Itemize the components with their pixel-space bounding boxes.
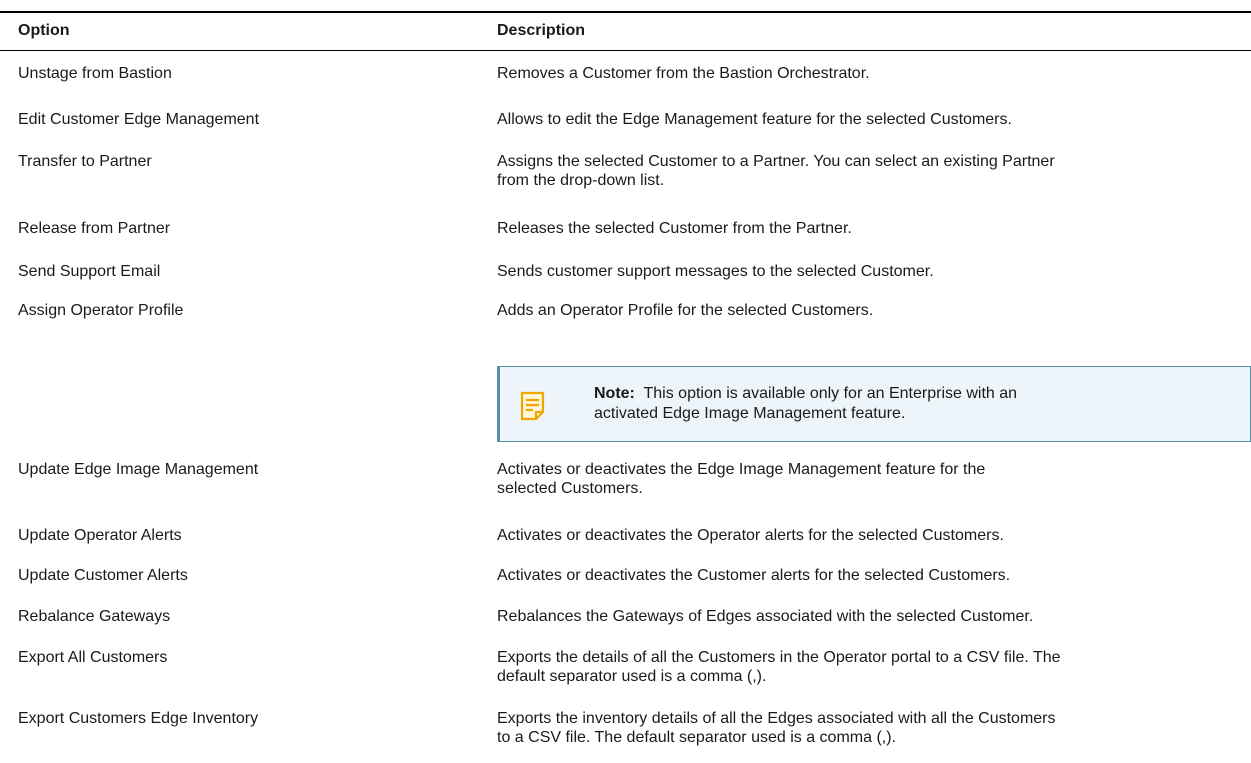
option-cell: Release from Partner <box>18 220 171 237</box>
description-cell: Releases the selected Customer from the … <box>497 220 852 237</box>
header-option: Option <box>18 22 70 39</box>
option-cell: Export All Customers <box>18 649 168 666</box>
option-cell: Assign Operator Profile <box>18 302 184 319</box>
note-icon <box>520 391 545 421</box>
note-callout: Note: This option is available only for … <box>497 366 1251 442</box>
description-cell: Allows to edit the Edge Management featu… <box>497 111 1012 128</box>
option-cell: Update Edge Image Management <box>18 461 259 478</box>
description-line: to a CSV file. The default separator use… <box>497 729 896 746</box>
option-cell: Transfer to Partner <box>18 153 152 170</box>
description-cell: Rebalances the Gateways of Edges associa… <box>497 608 1034 625</box>
option-cell: Rebalance Gateways <box>18 608 171 625</box>
description-line: Exports the inventory details of all the… <box>497 710 1056 727</box>
option-cell: Edit Customer Edge Management <box>18 111 260 128</box>
description-cell: Activates or deactivates the Operator al… <box>497 527 1004 544</box>
description-line: from the drop-down list. <box>497 172 665 189</box>
note-line-2: activated Edge Image Management feature. <box>594 405 906 422</box>
description-cell: Assigns the selected Customer to a Partn… <box>497 152 1251 190</box>
description-line: Assigns the selected Customer to a Partn… <box>497 153 1055 170</box>
option-cell: Update Operator Alerts <box>18 527 182 544</box>
option-cell: Export Customers Edge Inventory <box>18 710 259 727</box>
description-cell: Activates or deactivates the Edge Image … <box>497 460 1251 498</box>
description-line: selected Customers. <box>497 480 643 497</box>
description-line: Activates or deactivates the Edge Image … <box>497 461 986 478</box>
option-cell: Unstage from Bastion <box>18 65 172 82</box>
description-cell: Sends customer support messages to the s… <box>497 263 934 280</box>
note-label: Note: <box>594 385 635 402</box>
table-top-rule <box>0 11 1251 13</box>
description-cell: Removes a Customer from the Bastion Orch… <box>497 65 870 82</box>
description-cell: Exports the inventory details of all the… <box>497 709 1251 747</box>
description-line: Exports the details of all the Customers… <box>497 649 1061 666</box>
header-description: Description <box>497 22 586 39</box>
description-cell: Activates or deactivates the Customer al… <box>497 567 1011 584</box>
description-cell: Exports the details of all the Customers… <box>497 648 1251 686</box>
option-cell: Update Customer Alerts <box>18 567 188 584</box>
option-cell: Send Support Email <box>18 263 161 280</box>
description-line: default separator used is a comma (,). <box>497 668 767 685</box>
table-header-rule <box>0 50 1251 51</box>
note-line: Note: This option is available only for … <box>594 384 1234 404</box>
description-cell: Adds an Operator Profile for the selecte… <box>497 302 874 319</box>
note-line-1: This option is available only for an Ent… <box>643 385 1018 402</box>
note-text: Note: This option is available only for … <box>594 384 1234 424</box>
